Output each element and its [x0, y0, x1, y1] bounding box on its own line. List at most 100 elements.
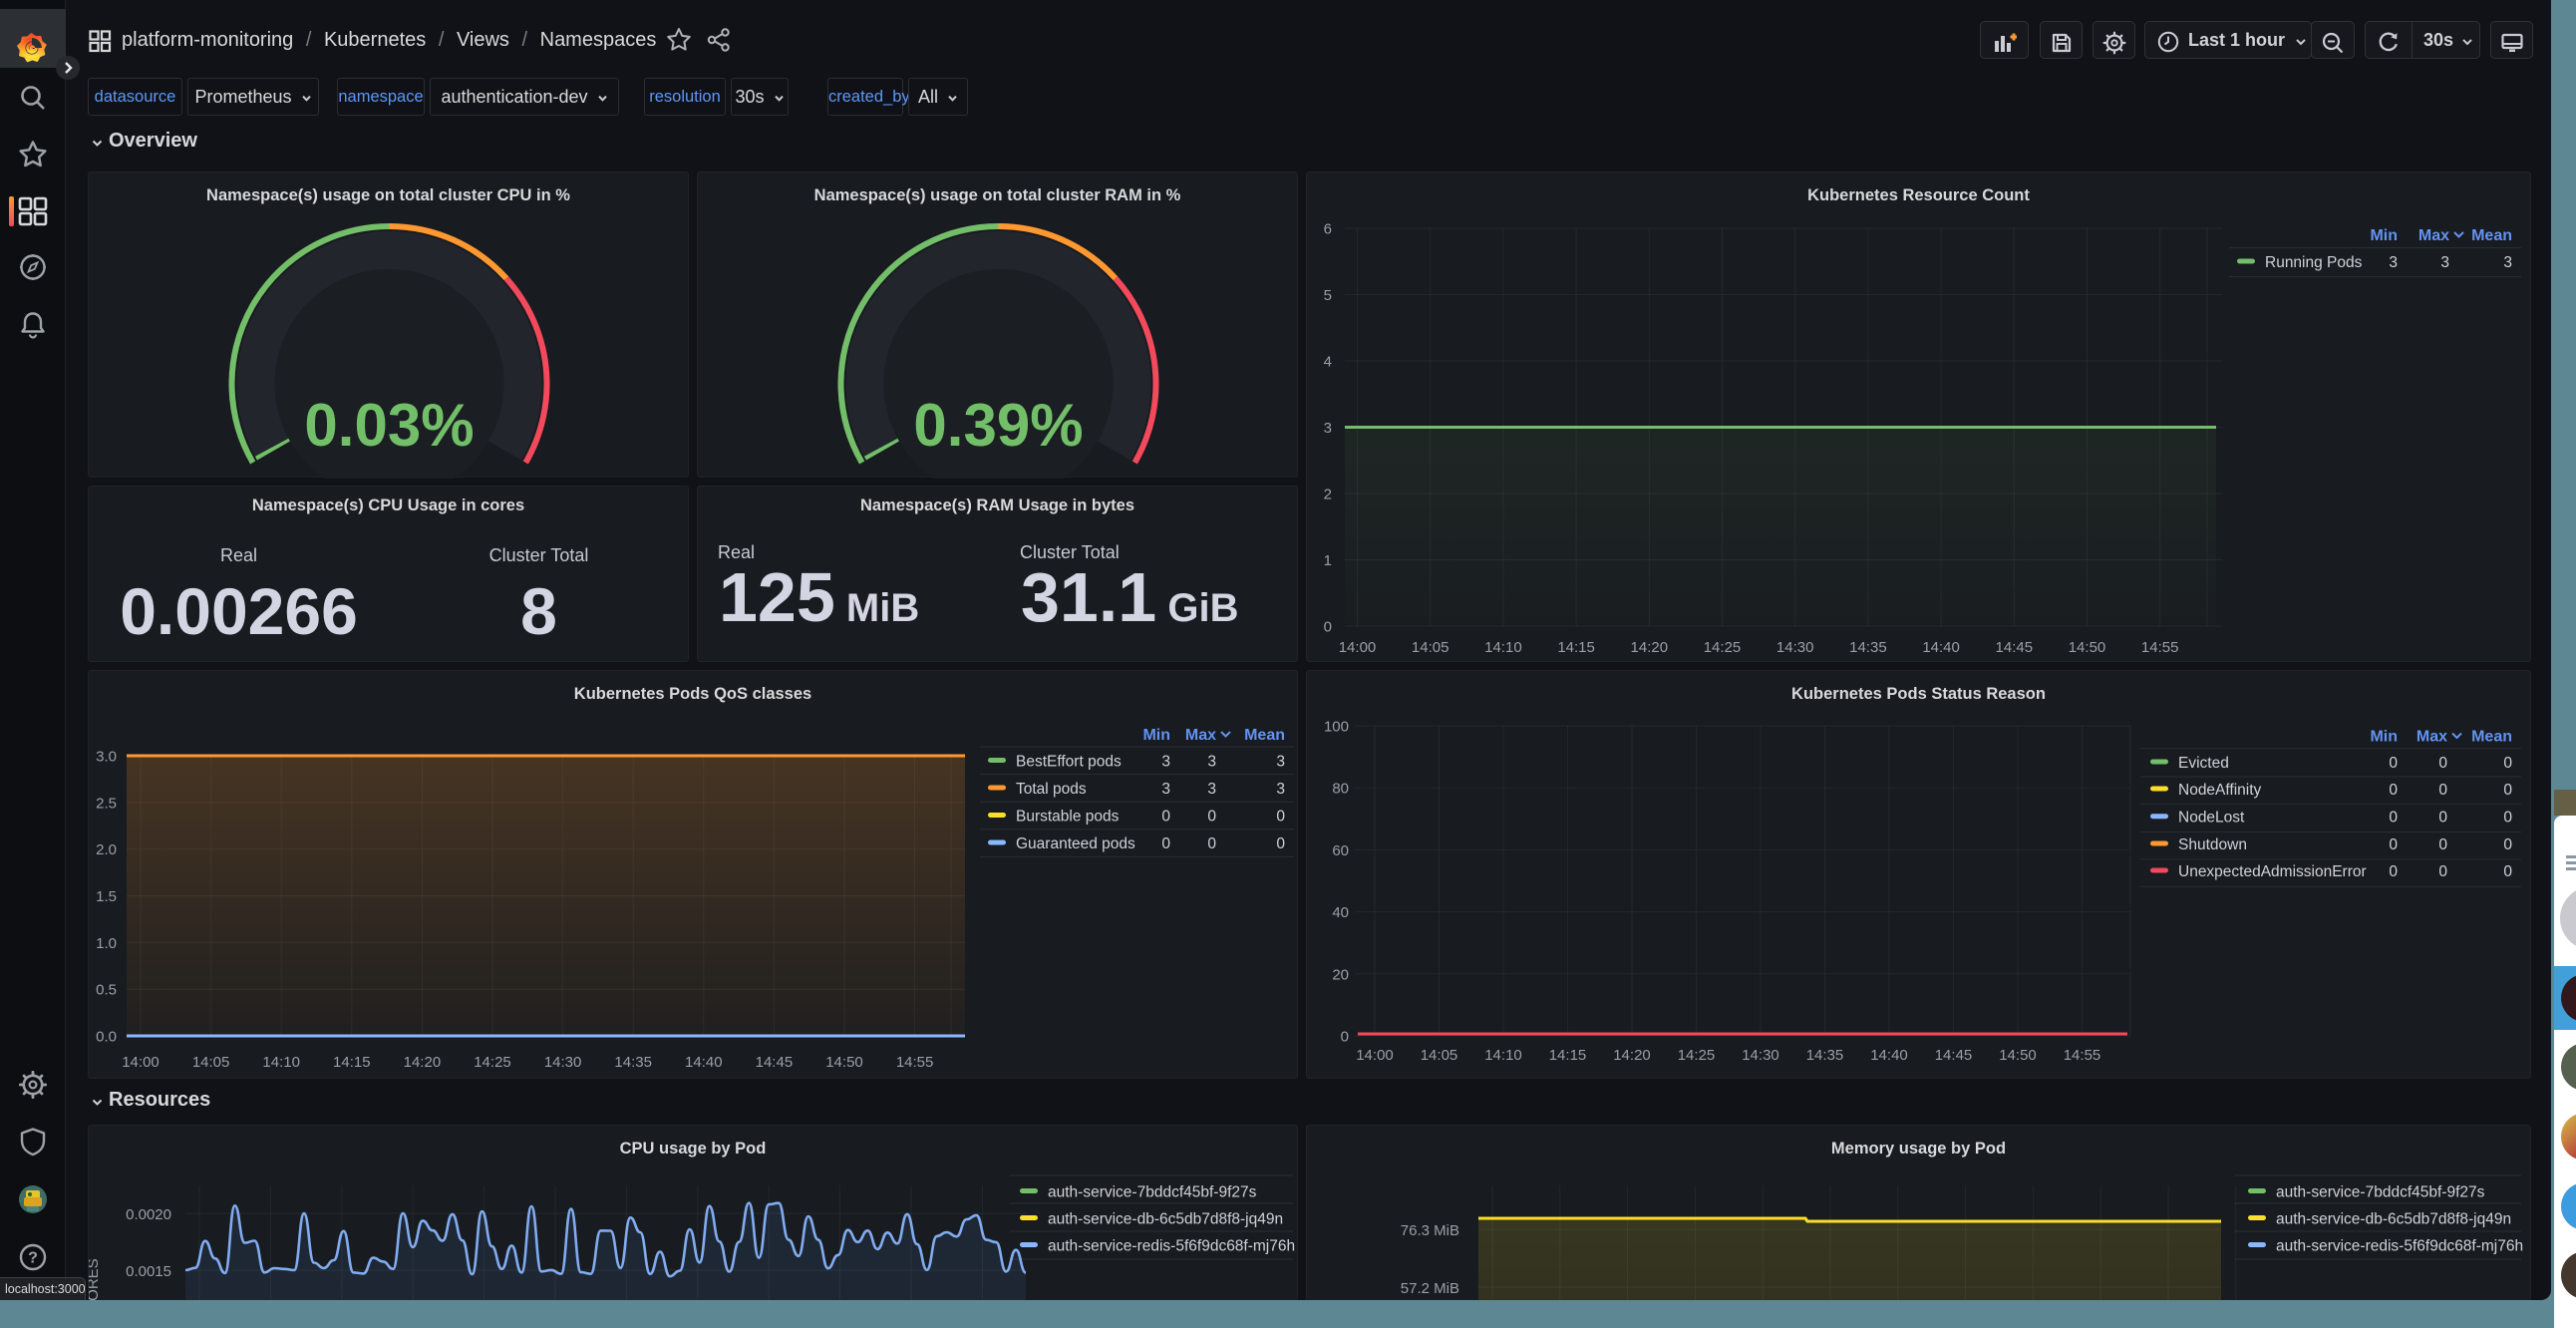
- svg-text:0: 0: [2503, 755, 2512, 772]
- svg-text:Min: Min: [1142, 727, 1170, 744]
- svg-text:0: 0: [1324, 619, 1332, 636]
- svg-text:6: 6: [1324, 221, 1332, 238]
- svg-text:3.0: 3.0: [96, 749, 117, 766]
- svg-text:14:55: 14:55: [896, 1054, 934, 1071]
- svg-text:3: 3: [2440, 254, 2449, 271]
- svg-text:0: 0: [1207, 835, 1216, 852]
- svg-text:40: 40: [1332, 904, 1349, 921]
- svg-text:2: 2: [1324, 487, 1332, 503]
- svg-text:14:30: 14:30: [544, 1054, 582, 1071]
- svg-text:14:20: 14:20: [1631, 639, 1669, 656]
- svg-text:14:10: 14:10: [262, 1054, 300, 1071]
- svg-text:14:40: 14:40: [1922, 639, 1960, 656]
- svg-text:0.0015: 0.0015: [126, 1263, 171, 1280]
- svg-text:0: 0: [2438, 782, 2447, 799]
- svg-text:3: 3: [1161, 754, 1170, 771]
- svg-text:0.03%: 0.03%: [304, 392, 474, 459]
- svg-text:3: 3: [2503, 254, 2512, 271]
- svg-text:14:35: 14:35: [1806, 1047, 1844, 1064]
- svg-text:20: 20: [1332, 966, 1349, 983]
- svg-text:BestEffort pods: BestEffort pods: [1016, 754, 1122, 771]
- svg-text:?: ?: [28, 1250, 38, 1267]
- svg-text:14:45: 14:45: [756, 1054, 794, 1071]
- svg-text:auth-service-db-6c5db7d8f8-jq4: auth-service-db-6c5db7d8f8-jq49n: [2276, 1211, 2511, 1228]
- svg-text:14:10: 14:10: [1484, 1047, 1522, 1064]
- svg-text:0: 0: [2503, 836, 2512, 853]
- svg-text:14:15: 14:15: [1549, 1047, 1587, 1064]
- svg-text:1: 1: [1324, 552, 1332, 569]
- svg-text:57.2 MiB: 57.2 MiB: [1401, 1280, 1459, 1297]
- svg-text:Mean: Mean: [2471, 227, 2512, 244]
- svg-text:NodeLost: NodeLost: [2178, 810, 2245, 827]
- svg-text:14:20: 14:20: [404, 1054, 442, 1071]
- svg-text:2.0: 2.0: [96, 841, 117, 858]
- svg-text:0.39%: 0.39%: [913, 392, 1083, 459]
- svg-text:0: 0: [2389, 782, 2398, 799]
- svg-text:0: 0: [2389, 863, 2398, 880]
- svg-text:auth-service-redis-5f6f9dc68f-: auth-service-redis-5f6f9dc68f-mj76h: [1048, 1238, 1295, 1255]
- svg-text:14:25: 14:25: [474, 1054, 511, 1071]
- svg-text:14:40: 14:40: [685, 1054, 723, 1071]
- svg-text:14:15: 14:15: [333, 1054, 371, 1071]
- svg-text:14:50: 14:50: [825, 1054, 863, 1071]
- svg-text:14:30: 14:30: [1742, 1047, 1779, 1064]
- svg-text:0: 0: [2438, 863, 2447, 880]
- svg-text:0: 0: [2438, 810, 2447, 827]
- svg-text:0: 0: [2389, 836, 2398, 853]
- svg-text:14:25: 14:25: [1678, 1047, 1716, 1064]
- svg-text:Shutdown: Shutdown: [2178, 836, 2247, 853]
- svg-text:3: 3: [1276, 781, 1285, 798]
- svg-text:14:55: 14:55: [2064, 1047, 2101, 1064]
- svg-text:0: 0: [1276, 835, 1285, 852]
- svg-text:0.0020: 0.0020: [126, 1206, 171, 1223]
- svg-text:14:05: 14:05: [1412, 639, 1449, 656]
- svg-text:auth-service-db-6c5db7d8f8-jq4: auth-service-db-6c5db7d8f8-jq49n: [1048, 1211, 1283, 1228]
- svg-text:0: 0: [1276, 809, 1285, 826]
- svg-text:Max: Max: [2416, 729, 2447, 746]
- svg-text:60: 60: [1332, 842, 1349, 859]
- svg-text:Max: Max: [1185, 727, 1216, 744]
- svg-text:0: 0: [2389, 755, 2398, 772]
- svg-text:CORES: CORES: [89, 1258, 102, 1300]
- svg-text:Min: Min: [2370, 729, 2398, 746]
- svg-text:0: 0: [2438, 836, 2447, 853]
- svg-text:14:10: 14:10: [1484, 639, 1522, 656]
- svg-text:Mean: Mean: [2471, 729, 2512, 746]
- svg-text:14:20: 14:20: [1613, 1047, 1651, 1064]
- svg-text:1.0: 1.0: [96, 935, 117, 952]
- svg-text:14:05: 14:05: [1421, 1047, 1458, 1064]
- svg-text:3: 3: [1161, 781, 1170, 798]
- svg-text:Max: Max: [2418, 227, 2449, 244]
- svg-text:14:30: 14:30: [1776, 639, 1814, 656]
- svg-text:Running Pods: Running Pods: [2265, 254, 2363, 271]
- svg-text:0: 0: [1161, 835, 1170, 852]
- svg-text:3: 3: [1324, 420, 1332, 437]
- svg-text:0: 0: [1341, 1029, 1349, 1046]
- svg-text:76.3 MiB: 76.3 MiB: [1401, 1222, 1459, 1239]
- svg-text:14:55: 14:55: [2141, 639, 2179, 656]
- svg-text:14:45: 14:45: [1996, 639, 2034, 656]
- svg-text:0: 0: [2389, 810, 2398, 827]
- svg-text:14:50: 14:50: [1999, 1047, 2037, 1064]
- svg-text:3: 3: [1207, 754, 1216, 771]
- svg-text:UnexpectedAdmissionError: UnexpectedAdmissionError: [2178, 863, 2367, 880]
- svg-text:3: 3: [1207, 781, 1216, 798]
- svg-text:3: 3: [1276, 754, 1285, 771]
- svg-text:14:35: 14:35: [614, 1054, 652, 1071]
- svg-text:0: 0: [2503, 863, 2512, 880]
- svg-text:14:50: 14:50: [2069, 639, 2106, 656]
- svg-text:100: 100: [1324, 719, 1349, 736]
- svg-text:0: 0: [1207, 809, 1216, 826]
- svg-text:0: 0: [2438, 755, 2447, 772]
- svg-text:Burstable pods: Burstable pods: [1016, 809, 1120, 826]
- svg-text:3: 3: [2389, 254, 2398, 271]
- svg-text:14:00: 14:00: [1356, 1047, 1394, 1064]
- svg-text:NodeAffinity: NodeAffinity: [2178, 782, 2262, 799]
- svg-text:Guaranteed pods: Guaranteed pods: [1016, 835, 1135, 852]
- svg-text:0: 0: [1161, 809, 1170, 826]
- svg-text:auth-service-7bddcf45bf-9f27s: auth-service-7bddcf45bf-9f27s: [2276, 1184, 2485, 1201]
- svg-text:Total pods: Total pods: [1016, 781, 1087, 798]
- svg-text:14:05: 14:05: [192, 1054, 230, 1071]
- svg-text:14:40: 14:40: [1870, 1047, 1908, 1064]
- svg-text:Min: Min: [2370, 227, 2398, 244]
